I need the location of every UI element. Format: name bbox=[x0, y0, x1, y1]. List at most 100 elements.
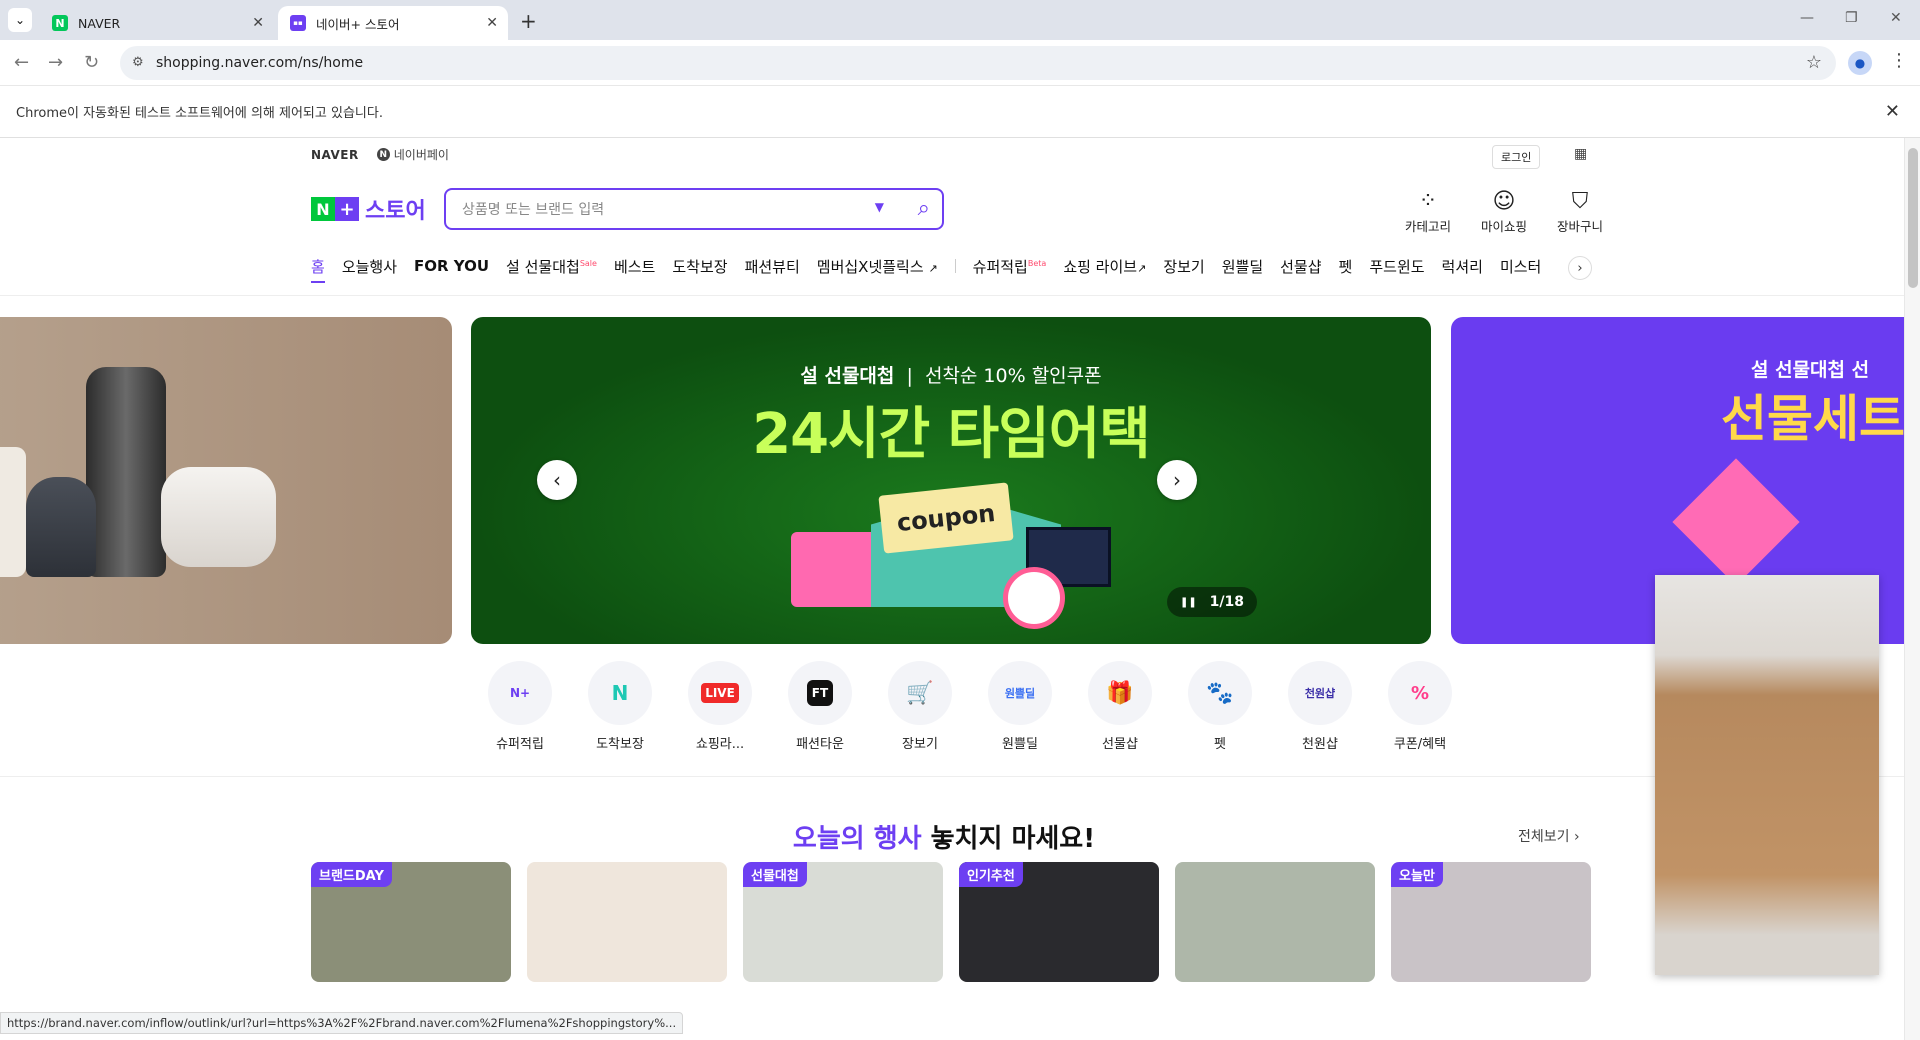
banner-kicker-text: 선착순 10% 할인쿠폰 bbox=[924, 365, 1102, 387]
new-tab-icon[interactable]: + bbox=[520, 9, 537, 33]
tab-naver[interactable]: N NAVER ✕ bbox=[40, 6, 274, 40]
category-icon: ⁘ bbox=[1418, 189, 1438, 214]
naver-pay-link[interactable]: N 네이버페이 bbox=[376, 146, 449, 163]
event-card[interactable]: 오늘만 bbox=[1391, 862, 1591, 982]
top-utility-bar: NAVER N 네이버페이 bbox=[311, 146, 449, 163]
close-tab-icon[interactable]: ✕ bbox=[252, 15, 264, 31]
tab-naver-store[interactable]: ▪▪ 네이버+ 스토어 ✕ bbox=[278, 6, 508, 40]
close-tab-icon[interactable]: ✕ bbox=[486, 15, 498, 31]
banner-kicker: 설 선물대첩 선 bbox=[1751, 359, 1870, 381]
nav-food-window[interactable]: 푸드윈도 bbox=[1369, 256, 1424, 277]
nav-one-plus-deal[interactable]: 원쁠딜 bbox=[1222, 256, 1263, 277]
site-info-icon[interactable]: ⚙ bbox=[132, 55, 144, 70]
shortcut-label: 도착보장 bbox=[596, 737, 644, 752]
nav-luxury[interactable]: 럭셔리 bbox=[1442, 256, 1483, 277]
shortcut-arrival-guarantee[interactable]: N 도착보장 bbox=[570, 661, 670, 752]
back-icon[interactable]: ← bbox=[14, 52, 29, 73]
shortcut-coupon[interactable]: % 쿠폰/혜택 bbox=[1370, 661, 1470, 752]
nav-for-you[interactable]: FOR YOU bbox=[414, 257, 489, 275]
banner-prev-slide[interactable] bbox=[0, 317, 452, 644]
bookmark-star-icon[interactable]: ☆ bbox=[1806, 52, 1822, 73]
npay-label: 네이버페이 bbox=[393, 148, 449, 162]
external-link-icon: ↗ bbox=[1137, 261, 1147, 275]
shortcut-thousand-won[interactable]: 천원샵 천원샵 bbox=[1270, 661, 1370, 752]
card-badge: 선물대첩 bbox=[743, 862, 807, 887]
event-card[interactable]: 선물대첩 bbox=[743, 862, 943, 982]
search-dropdown-icon[interactable]: ▼ bbox=[875, 200, 884, 214]
forward-icon[interactable]: → bbox=[48, 52, 63, 73]
category-shortcuts: N+ 슈퍼적립 N 도착보장 LIVE 쇼핑라... FT 패션타운 🛒 장보기 원쁠딜 원… bbox=[470, 661, 1470, 752]
shortcut-label: 쇼핑라... bbox=[695, 737, 745, 752]
nav-shopping-live[interactable]: 쇼핑 라이브↗ bbox=[1063, 256, 1146, 277]
nav-grocery[interactable]: 장보기 bbox=[1163, 256, 1204, 277]
address-bar[interactable]: ⚙ shopping.naver.com/ns/home ☆ bbox=[120, 46, 1836, 80]
nav-next-chevron-icon[interactable]: › bbox=[1568, 256, 1592, 280]
shortcut-gift-shop[interactable]: 🎁 선물샵 bbox=[1070, 661, 1170, 752]
nav-membership-netflix[interactable]: 멤버십X넷플릭스 ↗ bbox=[817, 256, 938, 277]
nav-gift-shop[interactable]: 선물샵 bbox=[1280, 256, 1321, 277]
scrollbar-thumb[interactable] bbox=[1908, 148, 1918, 288]
see-all-link[interactable]: 전체보기 › bbox=[1518, 826, 1580, 846]
nav-home[interactable]: 홈 bbox=[311, 256, 325, 283]
event-card[interactable] bbox=[1175, 862, 1375, 982]
nav-seol-gift[interactable]: 설 선물대첩Sale bbox=[506, 256, 597, 277]
store-logo[interactable]: N + 스토어 bbox=[311, 193, 426, 225]
nav-fashion-beauty[interactable]: 패션뷰티 bbox=[745, 256, 800, 277]
apps-grid-icon[interactable]: ▦ bbox=[1574, 146, 1587, 162]
nav-arrival-guarantee[interactable]: 도착보장 bbox=[672, 256, 727, 277]
menu-kebab-icon[interactable]: ⋮ bbox=[1890, 50, 1908, 71]
event-card[interactable]: 인기추천 bbox=[959, 862, 1159, 982]
nav-super-reward[interactable]: 슈퍼적립Beta bbox=[973, 256, 1047, 277]
shortcut-pet[interactable]: 🐾 펫 bbox=[1170, 661, 1270, 752]
nav-best[interactable]: 베스트 bbox=[614, 256, 655, 277]
shortcut-grocery[interactable]: 🛒 장보기 bbox=[870, 661, 970, 752]
nav-label: 슈퍼적립 bbox=[972, 257, 1028, 276]
close-infobar-icon[interactable]: ✕ bbox=[1885, 101, 1900, 122]
shortcut-one-plus-deal[interactable]: 원쁠딜 원쁠딜 bbox=[970, 661, 1070, 752]
thousand-won-icon: 천원샵 bbox=[1288, 661, 1352, 725]
ft-badge: FT bbox=[806, 680, 834, 706]
reload-icon[interactable]: ↻ bbox=[84, 52, 99, 73]
my-shopping-button[interactable]: ☺ 마이쇼핑 bbox=[1469, 188, 1539, 235]
card-badge: 오늘만 bbox=[1391, 862, 1443, 887]
restore-icon[interactable]: ❐ bbox=[1845, 10, 1858, 26]
shortcut-label: 슈퍼적립 bbox=[496, 737, 544, 752]
main-nav: 홈 오늘행사 FOR YOU 설 선물대첩Sale 베스트 도착보장 패션뷰티 … bbox=[311, 251, 1591, 285]
nav-pet[interactable]: 펫 bbox=[1339, 256, 1353, 277]
close-window-icon[interactable]: ✕ bbox=[1890, 10, 1902, 26]
event-card[interactable] bbox=[527, 862, 727, 982]
paw-icon: 🐾 bbox=[1188, 661, 1252, 725]
naver-link[interactable]: NAVER bbox=[311, 148, 359, 162]
banner-prev-button[interactable]: ‹ bbox=[537, 460, 577, 500]
browser-toolbar: ← → ↻ ⚙ shopping.naver.com/ns/home ☆ ● ⋮ bbox=[0, 40, 1920, 86]
search-icon[interactable]: ⌕ bbox=[918, 196, 930, 221]
minimize-icon[interactable]: — bbox=[1800, 10, 1814, 26]
logo-plus: + bbox=[335, 197, 359, 221]
card-badge: 브랜드DAY bbox=[311, 862, 392, 887]
tab-search-button[interactable]: ⌄ bbox=[8, 8, 32, 32]
login-button[interactable]: 로그인 bbox=[1492, 145, 1541, 169]
banner-main-slide[interactable]: 설 선물대첩 | 선착순 10% 할인쿠폰 24시간 타임어택 coupon ‹… bbox=[471, 317, 1431, 644]
banner-counter[interactable]: ❚❚ 1/18 bbox=[1167, 587, 1257, 617]
shortcut-shopping-live[interactable]: LIVE 쇼핑라... bbox=[670, 661, 770, 752]
banner-next-button[interactable]: › bbox=[1157, 460, 1197, 500]
gift-box-image bbox=[791, 532, 881, 607]
banner-title: 선물세트 bbox=[1721, 390, 1905, 448]
floating-video-player[interactable] bbox=[1655, 575, 1879, 975]
shortcut-label: 장보기 bbox=[902, 737, 938, 752]
shortcut-super-reward[interactable]: N+ 슈퍼적립 bbox=[470, 661, 570, 752]
nav-mister[interactable]: 미스터 bbox=[1500, 256, 1541, 277]
shortcut-label: 펫 bbox=[1214, 737, 1226, 752]
cart-button[interactable]: ⛉ 장바구니 bbox=[1545, 188, 1615, 235]
shortcut-fashion-town[interactable]: FT 패션타운 bbox=[770, 661, 870, 752]
nav-today-event[interactable]: 오늘행사 bbox=[342, 256, 397, 277]
humidifier-image bbox=[86, 367, 166, 577]
search-input[interactable]: 상품명 또는 브랜드 입력 ▼ ⌕ bbox=[444, 188, 944, 230]
pause-icon[interactable]: ❚❚ bbox=[1180, 597, 1197, 608]
event-card[interactable]: 브랜드DAY bbox=[311, 862, 511, 982]
divider bbox=[0, 295, 1904, 296]
profile-icon[interactable]: ● bbox=[1848, 51, 1872, 75]
category-button[interactable]: ⁘ 카테고리 bbox=[1393, 188, 1463, 235]
page-scrollbar[interactable] bbox=[1904, 138, 1920, 1040]
search-placeholder: 상품명 또는 브랜드 입력 bbox=[462, 202, 605, 218]
